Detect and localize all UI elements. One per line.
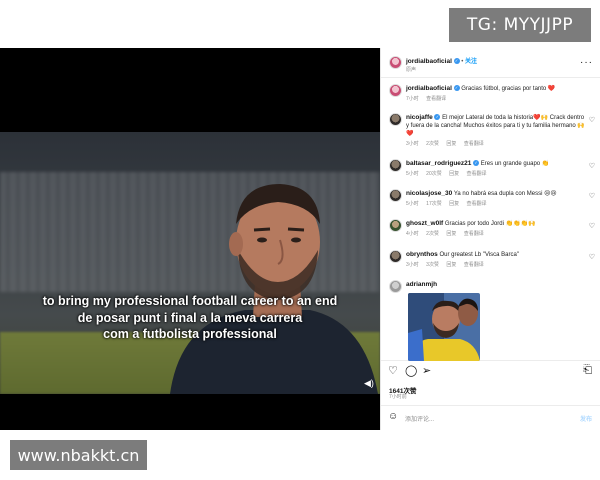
verified-icon: ✓ — [453, 85, 460, 92]
comment-username[interactable]: ghoszt_w0lf — [406, 220, 443, 227]
comment-translate-link[interactable]: 查看翻译 — [464, 141, 484, 147]
comment-text: Our greatest Lb "Visca Barca" — [439, 252, 519, 258]
comment-username[interactable]: nicojaffe — [406, 114, 433, 121]
comment-translate-link[interactable]: 查看翻译 — [467, 201, 487, 207]
video-frame — [0, 132, 380, 394]
comment-text: Ya no habrá esa dupla con Messi 😢😢 — [453, 191, 557, 197]
caption-time: 7小时 — [406, 96, 419, 102]
header-divider — [381, 77, 600, 78]
caption-text: Gracias fútbol, gracias por tanto ❤️ — [461, 86, 556, 92]
comment-avatar[interactable] — [389, 159, 402, 172]
comment-likes[interactable]: 2次赞 — [426, 231, 439, 237]
comment-avatar[interactable] — [389, 280, 402, 293]
comment-reply-button[interactable]: 回复 — [449, 201, 459, 207]
reply-image-graphic — [408, 293, 480, 361]
comment-input[interactable]: 添加评论... — [405, 414, 434, 423]
comment-avatar[interactable] — [389, 113, 402, 126]
comment-likes[interactable]: 2次赞 — [426, 141, 439, 147]
comment-avatar[interactable] — [389, 219, 402, 232]
caption-translate-link[interactable]: 查看翻译 — [426, 96, 446, 102]
author-username[interactable]: jordialbaoficial — [406, 58, 452, 65]
comment-username[interactable]: nicolasjose_30 — [406, 190, 452, 197]
comment-translate-link[interactable]: 查看翻译 — [464, 231, 484, 237]
watermark-top: TG: MYYJJPP — [449, 8, 591, 42]
comment-translate-link[interactable]: 查看翻译 — [464, 262, 484, 268]
speaker-icon[interactable]: ◀) — [364, 378, 374, 389]
comment-like-heart-icon[interactable]: ♡ — [589, 253, 595, 261]
comment-reply-button[interactable]: 回复 — [446, 262, 456, 268]
verified-icon: ✓ — [434, 114, 441, 121]
comment-like-heart-icon[interactable]: ♡ — [589, 162, 595, 170]
post-header: jordialbaoficial ✓ • 关注 原声 ··· — [381, 54, 600, 74]
comment-likes[interactable]: 3次赞 — [426, 262, 439, 268]
subtitle-line-2: de posar punt i final a la meva carrera — [77, 311, 303, 325]
player-figure — [170, 184, 378, 394]
comment-username[interactable]: obrynthos — [406, 251, 438, 258]
verified-icon: ✓ — [453, 58, 460, 65]
comment-avatar[interactable] — [389, 189, 402, 202]
share-icon[interactable]: ➢ — [422, 364, 431, 377]
comment-reply-button[interactable]: 回复 — [449, 171, 459, 177]
comment-likes[interactable]: 17次赞 — [426, 201, 442, 207]
input-divider — [381, 405, 600, 406]
caption-avatar[interactable] — [389, 84, 402, 97]
reply-image[interactable] — [408, 293, 480, 361]
verified-icon: ✓ — [473, 160, 480, 167]
comment-reply-button[interactable]: 回复 — [446, 141, 456, 147]
comment-icon[interactable]: ◯ — [405, 364, 417, 377]
comment-username[interactable]: baltasar_rodriguez21 — [406, 160, 471, 167]
author-avatar[interactable] — [389, 56, 402, 69]
comment-time: 5小时 — [406, 171, 419, 177]
video-player[interactable]: to bring my professional football career… — [0, 48, 380, 430]
comment-time: 3小时 — [406, 262, 419, 268]
watermark-bottom: www.nbakkt.cn — [10, 440, 147, 470]
separator-dot: • — [461, 59, 464, 65]
comment-time: 4小时 — [406, 231, 419, 237]
comment-text: Gracias por todo Jordi 👏👏👏🙌 — [444, 221, 536, 227]
subtitle-line-3: com a futbolista professional — [103, 327, 277, 341]
post-comment-button[interactable]: 发布 — [580, 414, 592, 423]
follow-button[interactable]: 关注 — [465, 59, 477, 65]
comment-translate-link[interactable]: 查看翻译 — [467, 171, 487, 177]
more-horizontal-icon[interactable]: ··· — [580, 57, 593, 68]
caption-username[interactable]: jordialbaoficial — [406, 85, 452, 92]
comment-time: 3小时 — [406, 141, 419, 147]
comment-avatar[interactable] — [389, 250, 402, 263]
heart-icon[interactable]: ♡ — [388, 364, 398, 377]
bookmark-icon[interactable]: ⎗ — [583, 364, 592, 377]
subtitle-line-1: to bring my professional football career… — [42, 294, 338, 308]
comment-like-heart-icon[interactable]: ♡ — [589, 116, 595, 124]
comment-text: El mejor Lateral de toda la historia❤️🙌 … — [406, 115, 585, 137]
comment-like-heart-icon[interactable]: ♡ — [589, 192, 595, 200]
post-time: 7小时前 — [389, 394, 407, 400]
comment-likes[interactable]: 20次赞 — [426, 171, 442, 177]
comment-time: 5小时 — [406, 201, 419, 207]
comment-username[interactable]: adrianmjh — [406, 281, 437, 288]
post-location: 原声 — [406, 67, 417, 73]
comment-like-heart-icon[interactable]: ♡ — [589, 222, 595, 230]
comment-text: Eres un grande guapo 👏 — [480, 161, 550, 167]
comment-reply-button[interactable]: 回复 — [446, 231, 456, 237]
emoji-icon[interactable]: ☺ — [388, 411, 398, 422]
post-panel: jordialbaoficial ✓ • 关注 原声 ··· jordialba… — [380, 48, 600, 430]
